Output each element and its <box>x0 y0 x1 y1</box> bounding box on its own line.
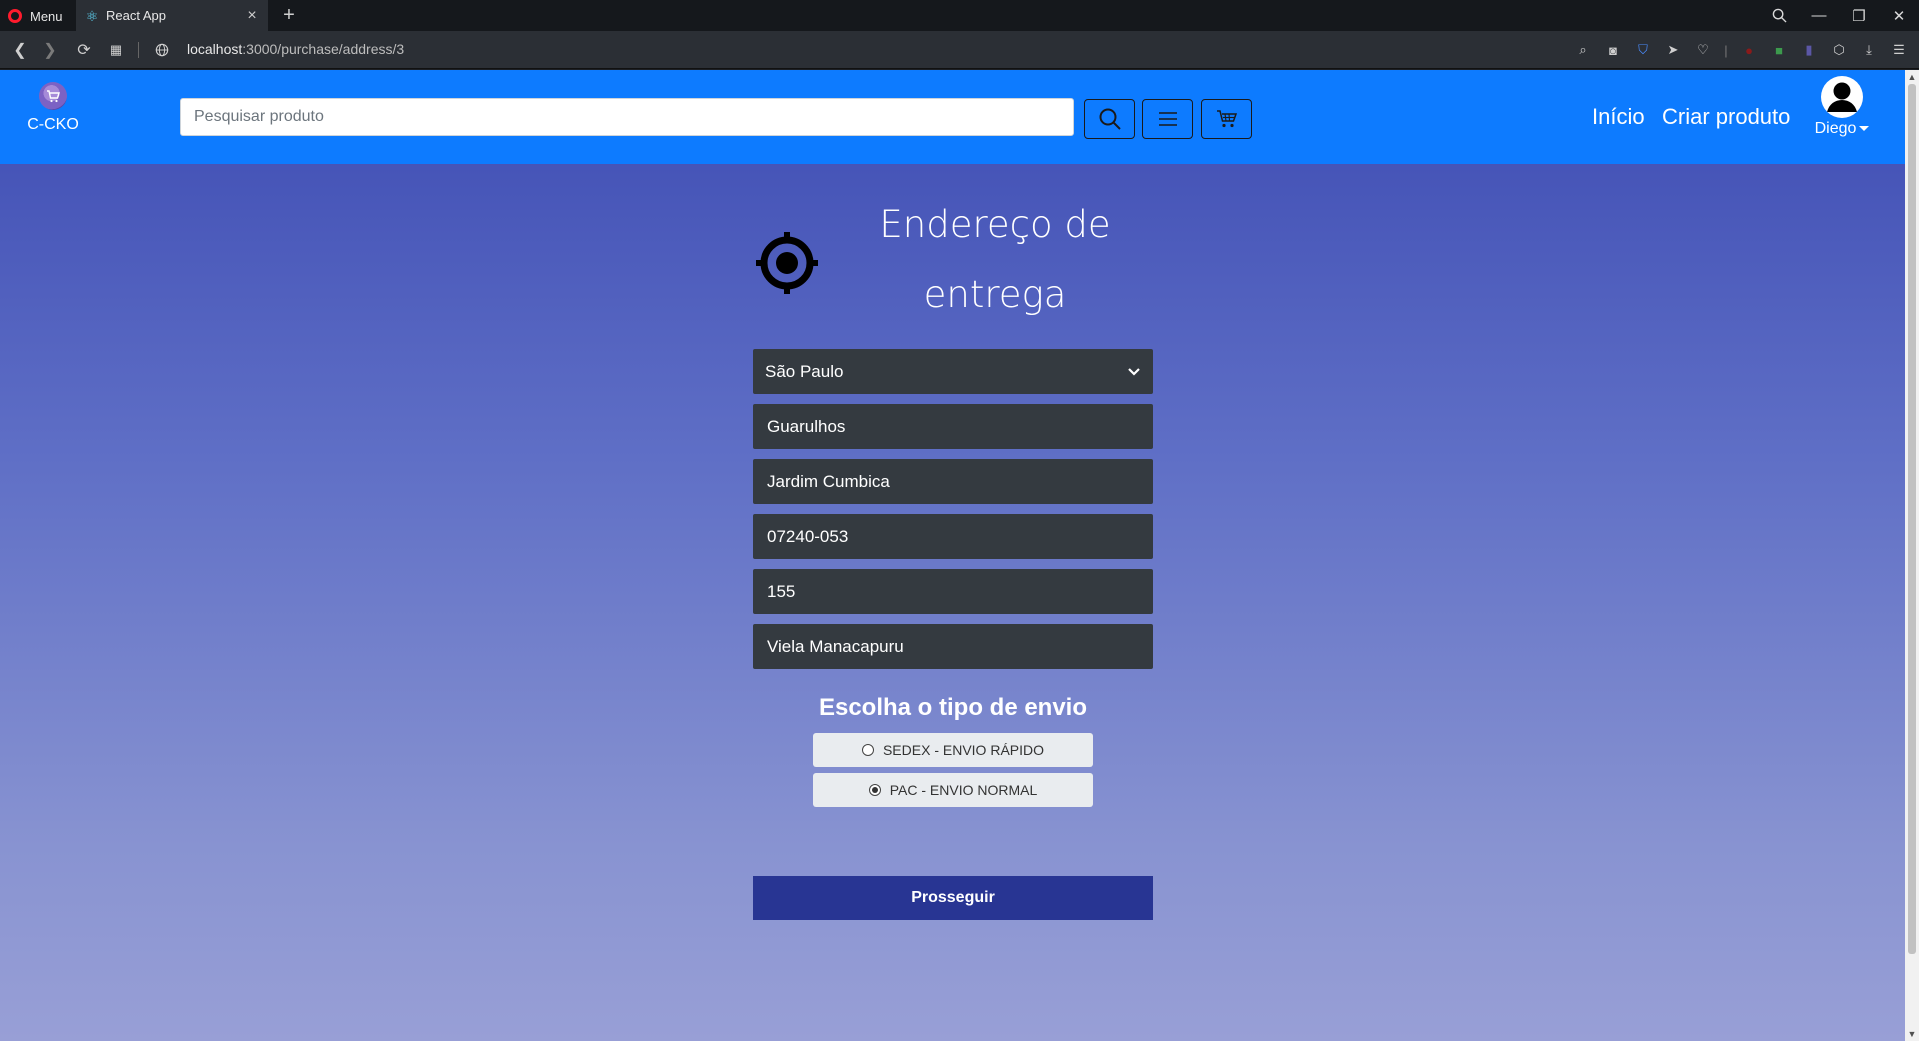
cart-icon <box>1216 110 1237 128</box>
browser-search-icon[interactable] <box>1759 0 1799 31</box>
shipping-option-pac[interactable]: PAC - ENVIO NORMAL <box>813 773 1093 807</box>
url-path: :3000/purchase/address/3 <box>242 41 405 57</box>
brand-name: C-CKO <box>27 116 79 133</box>
scroll-down-icon[interactable]: ▼ <box>1905 1027 1919 1041</box>
url-field[interactable]: localhost:3000/purchase/address/3 <box>187 41 404 57</box>
avatar <box>1821 76 1863 118</box>
nav-link-create-product[interactable]: Criar produto <box>1662 104 1790 130</box>
city-field[interactable]: Guarulhos <box>753 404 1153 449</box>
search-button[interactable] <box>1084 99 1135 139</box>
tab-close-icon[interactable]: × <box>244 7 260 24</box>
window-controls: — ❐ ✕ <box>1759 0 1919 31</box>
find-in-page-icon[interactable]: ⌕ <box>1573 40 1593 60</box>
globe-icon[interactable] <box>152 40 172 60</box>
browser-address-bar: ❮ ❯ ⟳ ▦ localhost:3000/purchase/address/… <box>0 31 1919 69</box>
page-title: Endereço de entrega <box>879 203 1111 316</box>
extension-red-icon[interactable]: ● <box>1739 40 1759 60</box>
shipping-option-sedex[interactable]: SEDEX - ENVIO RÁPIDO <box>813 733 1093 767</box>
opera-logo-icon <box>8 9 22 23</box>
user-dropdown[interactable]: Diego <box>1808 76 1876 138</box>
menu-button[interactable] <box>1142 99 1193 139</box>
nav-link-home[interactable]: Início <box>1592 104 1645 130</box>
reload-icon[interactable]: ⟳ <box>72 38 96 62</box>
zip-code-field[interactable]: 07240-053 <box>753 514 1153 559</box>
vpn-shield-icon[interactable]: ⛉ <box>1633 40 1653 60</box>
close-window-icon[interactable]: ✕ <box>1879 0 1919 31</box>
caret-down-icon <box>1859 126 1870 132</box>
chevron-down-icon <box>1128 367 1140 376</box>
speed-dial-icon[interactable]: ▦ <box>104 38 128 62</box>
easy-setup-icon[interactable]: ☰ <box>1889 40 1909 60</box>
radio-unchecked-icon <box>861 744 874 756</box>
shipping-option-label: PAC - ENVIO NORMAL <box>889 782 1038 798</box>
house-number-field[interactable]: 155 <box>753 569 1153 614</box>
scroll-up-icon[interactable]: ▲ <box>1905 70 1919 84</box>
new-tab-icon[interactable]: + <box>278 4 300 26</box>
search-icon <box>1099 108 1121 130</box>
snapshot-icon[interactable]: ◙ <box>1603 40 1623 60</box>
toolbar-separator: | <box>1724 42 1728 58</box>
neighborhood-field[interactable]: Jardim Cumbica <box>753 459 1153 504</box>
heart-icon[interactable]: ♡ <box>1693 40 1713 60</box>
forward-icon[interactable]: ❯ <box>38 38 62 62</box>
street-field[interactable]: Viela Manacapuru <box>753 624 1153 669</box>
back-icon[interactable]: ❮ <box>8 38 32 62</box>
search-input[interactable] <box>180 98 1074 136</box>
state-value: São Paulo <box>765 361 844 381</box>
cart-button[interactable] <box>1201 99 1252 139</box>
tab-title: React App <box>106 8 166 23</box>
scroll-thumb[interactable] <box>1908 84 1916 954</box>
address-header: Endereço de entrega <box>750 180 1130 330</box>
cart-logo-icon <box>39 82 67 110</box>
extension-purple-icon[interactable]: ▮ <box>1799 40 1819 60</box>
site-navbar: C-CKO Início Criar produto Diego <box>0 70 1905 164</box>
restore-icon[interactable]: ❐ <box>1839 0 1879 31</box>
proceed-button[interactable]: Prosseguir <box>753 876 1153 920</box>
user-icon <box>1827 82 1857 112</box>
user-name: Diego <box>1814 120 1857 137</box>
shipping-title: Escolha o tipo de envio <box>818 694 1088 721</box>
extension-green-icon[interactable]: ■ <box>1769 40 1789 60</box>
page-scrollbar[interactable]: ▲ ▼ <box>1905 70 1919 1041</box>
browser-menu-button[interactable]: Menu <box>8 6 63 26</box>
url-separator <box>138 42 139 58</box>
location-crosshair-icon <box>756 232 818 294</box>
download-icon[interactable]: ⤓ <box>1859 40 1879 60</box>
browser-tab-bar: Menu ⚛ React App × + — ❐ ✕ <box>0 0 1919 31</box>
cube-extension-icon[interactable]: ⬡ <box>1829 40 1849 60</box>
url-host: localhost <box>187 41 243 57</box>
hamburger-icon <box>1158 112 1177 126</box>
browser-menu-label: Menu <box>30 8 63 24</box>
browser-tab[interactable]: ⚛ React App × <box>76 0 268 31</box>
react-favicon-icon: ⚛ <box>85 7 99 24</box>
brand-link[interactable]: C-CKO <box>22 82 84 134</box>
extension-toolbar: ⌕ ◙ ⛉ ➤ ♡ | ● ■ ▮ ⬡ ⤓ ☰ <box>1573 38 1909 62</box>
minimize-icon[interactable]: — <box>1799 0 1839 31</box>
send-icon[interactable]: ➤ <box>1663 40 1683 60</box>
radio-checked-icon <box>868 784 881 796</box>
page-viewport: C-CKO Início Criar produto Diego <box>0 70 1905 1041</box>
state-select[interactable]: São Paulo <box>753 349 1153 394</box>
shipping-option-label: SEDEX - ENVIO RÁPIDO <box>882 742 1045 758</box>
